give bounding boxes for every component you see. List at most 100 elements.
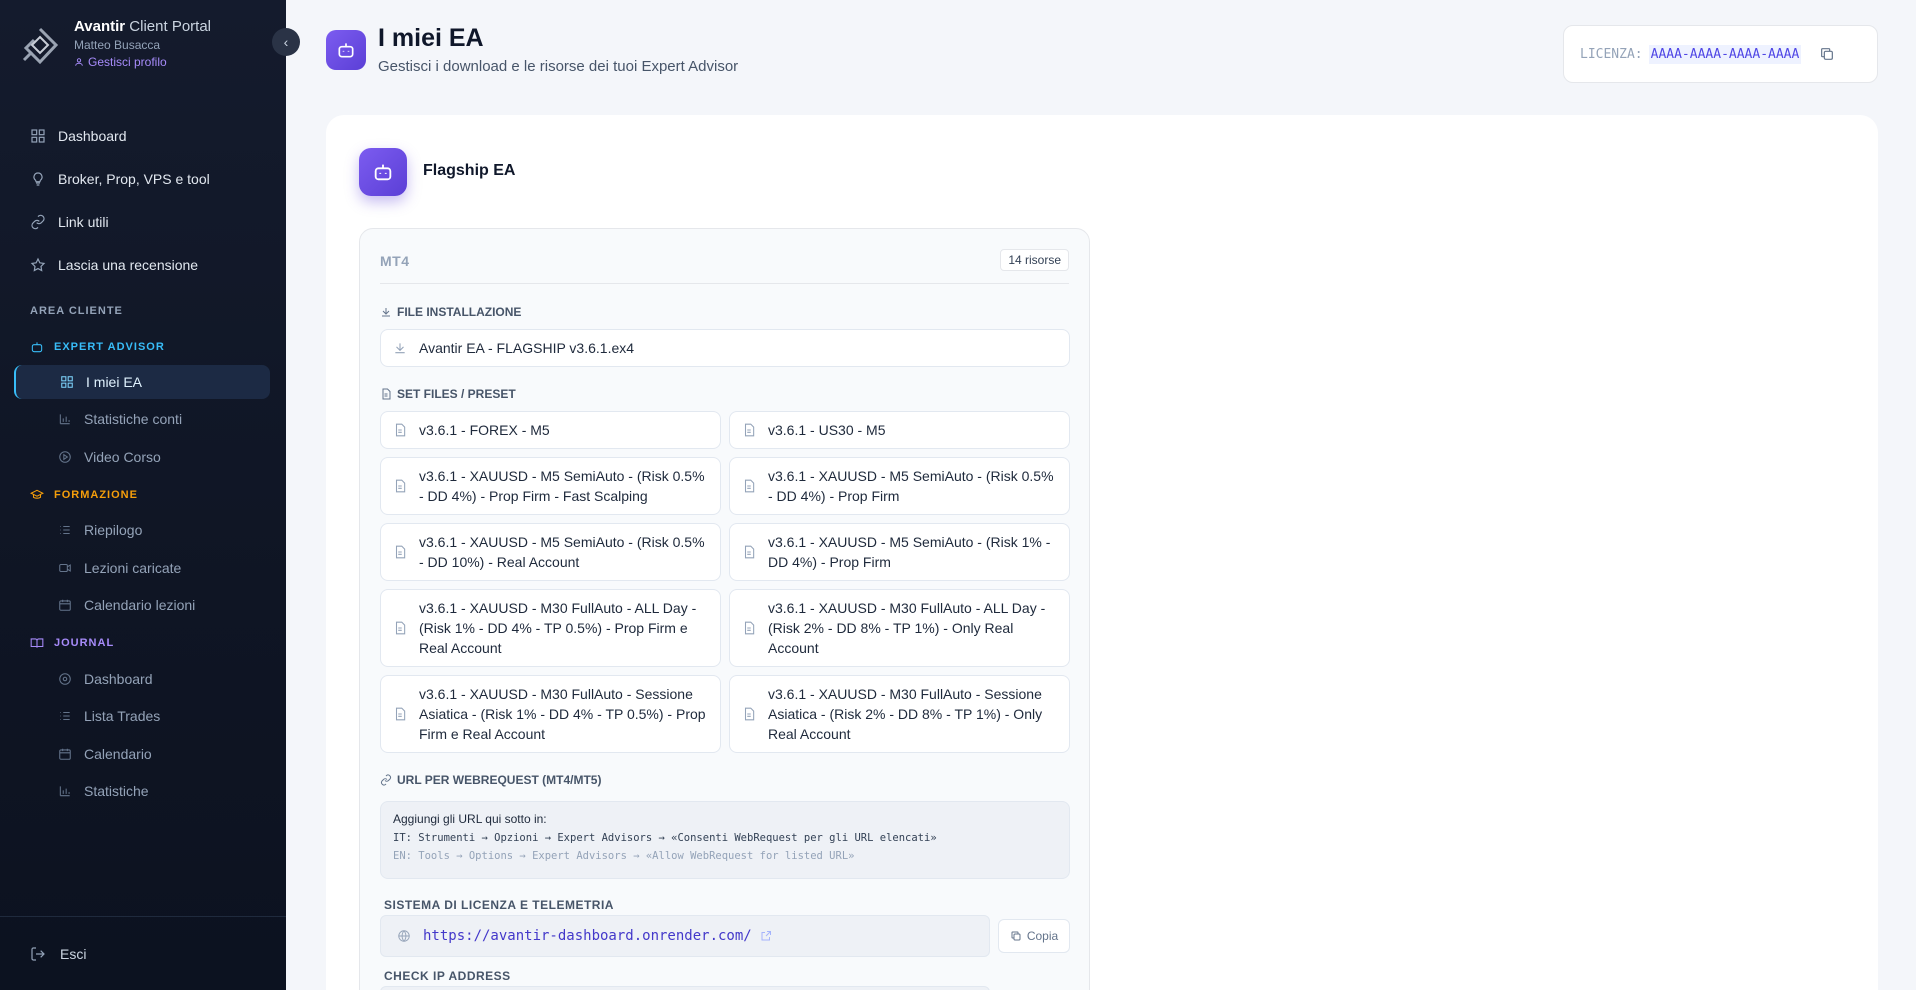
sidebar-item-statistiche-conti[interactable]: Statistiche conti: [14, 402, 270, 436]
ea-robot-icon: [359, 148, 407, 196]
grid-icon: [31, 128, 45, 143]
set-file-button[interactable]: v3.6.1 - XAUUSD - M30 FullAuto - ALL Day…: [380, 589, 721, 667]
file-icon: [395, 621, 406, 635]
lightbulb-icon: [33, 171, 43, 186]
bar-chart-icon: [59, 414, 70, 425]
calendar-icon: [59, 599, 71, 611]
nav-item-link-utili[interactable]: Link utili: [18, 200, 270, 243]
resources-badge: 14 risorse: [1000, 249, 1069, 271]
set-file-button[interactable]: v3.6.1 - XAUUSD - M30 FullAuto - Session…: [729, 675, 1070, 753]
ea-name: Flagship EA: [423, 162, 516, 179]
copy-license-icon[interactable]: [1819, 46, 1835, 62]
platform-card-mt4: MT4 14 risorse FILE INSTALLAZIONE Avanti…: [359, 228, 1090, 990]
external-link-icon[interactable]: [760, 930, 772, 942]
install-section-title: FILE INSTALLAZIONE: [380, 305, 521, 319]
sidebar-item-statistiche[interactable]: Statistiche: [14, 774, 270, 808]
info-title: Aggiungi gli URL qui sotto in:: [393, 812, 547, 826]
nav-item-recensione[interactable]: Lascia una recensione: [18, 243, 270, 286]
user-name: Matteo Busacca: [74, 38, 161, 52]
file-icon: [395, 707, 406, 721]
webrequest-info-box: Aggiungi gli URL qui sotto in: IT: Strum…: [380, 801, 1070, 879]
set-file-button[interactable]: v3.6.1 - XAUUSD - M30 FullAuto - ALL Day…: [729, 589, 1070, 667]
copy-url-button[interactable]: Copia: [998, 919, 1070, 953]
sidebar: Avantir Client Portal Matteo Busacca Ges…: [0, 0, 300, 990]
url-section-title: URL PER WEBREQUEST (MT4/MT5): [380, 773, 601, 787]
download-icon: [382, 308, 390, 317]
copy-icon: [1011, 931, 1021, 941]
user-icon: [75, 58, 83, 66]
divider: [380, 283, 1069, 284]
sidebar-item-riepilogo[interactable]: Riepilogo: [14, 513, 270, 547]
set-file-button[interactable]: v3.6.1 - XAUUSD - M5 SemiAuto - (Risk 0.…: [380, 457, 721, 515]
brand: Avantir Client Portal Matteo Busacca Ges…: [20, 18, 211, 69]
list-icon: [60, 711, 70, 721]
page-robot-icon: [326, 30, 366, 70]
url-label: SISTEMA DI LICENZA E TELEMETRIA: [384, 898, 614, 912]
manage-profile-link[interactable]: Gestisci profilo: [74, 55, 211, 69]
ea-card: Flagship EA MT4 14 risorse FILE INSTALLA…: [326, 115, 1878, 990]
sidebar-item-calendario-lezioni[interactable]: Calendario lezioni: [14, 588, 270, 622]
video-icon: [59, 563, 71, 573]
grid-icon: [61, 376, 73, 388]
file-icon: [744, 621, 755, 635]
file-icon: [395, 423, 406, 437]
gauge-icon: [59, 673, 71, 685]
file-icon: [382, 388, 391, 400]
file-icon: [744, 545, 755, 559]
file-icon: [395, 479, 406, 493]
file-icon: [744, 707, 755, 721]
license-box: LICENZA: AAAA-AAAA-AAAA-AAAA: [1563, 25, 1878, 83]
link-icon: [31, 214, 45, 229]
link-icon: [381, 774, 391, 786]
group-journal[interactable]: JOURNAL: [30, 636, 114, 650]
set-file-button[interactable]: v3.6.1 - XAUUSD - M5 SemiAuto - (Risk 0.…: [729, 457, 1070, 515]
main-nav: Dashboard Broker, Prop, VPS e tool Link …: [18, 114, 270, 286]
url-field[interactable]: [380, 986, 990, 990]
list-icon: [60, 525, 70, 535]
sidebar-item-i-miei-ea[interactable]: I miei EA: [14, 365, 270, 399]
star-icon: [30, 257, 46, 272]
sidebar-item-calendario[interactable]: Calendario: [14, 737, 270, 771]
sidebar-item-lista-trades[interactable]: Lista Trades: [14, 699, 270, 733]
calendar-icon: [59, 748, 71, 760]
url-text[interactable]: https://avantir-dashboard.onrender.com/: [423, 928, 752, 944]
set-files-section-title: SET FILES / PRESET: [380, 387, 516, 401]
sidebar-item-video-corso[interactable]: Video Corso: [14, 440, 270, 474]
bar-chart-icon: [59, 786, 70, 797]
url-label: CHECK IP ADDRESS: [384, 969, 511, 983]
license-label: LICENZA:: [1580, 46, 1643, 62]
set-file-button[interactable]: v3.6.1 - XAUUSD - M30 FullAuto - Session…: [380, 675, 721, 753]
sidebar-item-journal-dashboard[interactable]: Dashboard: [14, 662, 270, 696]
page-subtitle: Gestisci i download e le risorse dei tuo…: [378, 58, 739, 75]
book-icon: [30, 638, 44, 648]
nav-item-dashboard[interactable]: Dashboard: [18, 114, 270, 157]
brand-title: Avantir Client Portal: [74, 18, 211, 35]
platform-name: MT4: [380, 253, 410, 269]
file-icon: [395, 545, 406, 559]
download-icon: [395, 343, 405, 354]
collapse-sidebar-button[interactable]: ‹: [272, 28, 300, 56]
set-file-button[interactable]: v3.6.1 - XAUUSD - M5 SemiAuto - (Risk 1%…: [729, 523, 1070, 581]
info-line-it: IT: Strumenti → Opzioni → Expert Advisor…: [393, 832, 937, 844]
globe-icon: [398, 930, 410, 942]
license-key: AAAA-AAAA-AAAA-AAAA: [1648, 44, 1802, 64]
install-file-button[interactable]: Avantir EA - FLAGSHIP v3.6.1.ex4: [380, 329, 1070, 367]
info-line-en: EN: Tools → Options → Expert Advisors → …: [393, 850, 855, 862]
group-formazione[interactable]: FORMAZIONE: [30, 488, 138, 502]
logout-button[interactable]: Esci: [0, 916, 286, 990]
set-file-button[interactable]: v3.6.1 - US30 - M5: [729, 411, 1070, 449]
file-icon: [744, 479, 755, 493]
chevron-left-icon: ‹: [283, 34, 289, 50]
graduation-cap-icon: [30, 489, 44, 499]
sidebar-item-lezioni-caricate[interactable]: Lezioni caricate: [14, 551, 270, 585]
group-expert-advisor[interactable]: EXPERT ADVISOR: [30, 340, 165, 354]
page-title: I miei EA: [378, 24, 484, 52]
url-field[interactable]: https://avantir-dashboard.onrender.com/: [380, 915, 990, 957]
avantir-logo-icon: [22, 27, 59, 65]
set-file-button[interactable]: v3.6.1 - FOREX - M5: [380, 411, 721, 449]
nav-item-broker[interactable]: Broker, Prop, VPS e tool: [18, 157, 270, 200]
play-circle-icon: [59, 451, 71, 463]
set-file-button[interactable]: v3.6.1 - XAUUSD - M5 SemiAuto - (Risk 0.…: [380, 523, 721, 581]
file-icon: [744, 423, 755, 437]
robot-icon: [31, 342, 43, 353]
